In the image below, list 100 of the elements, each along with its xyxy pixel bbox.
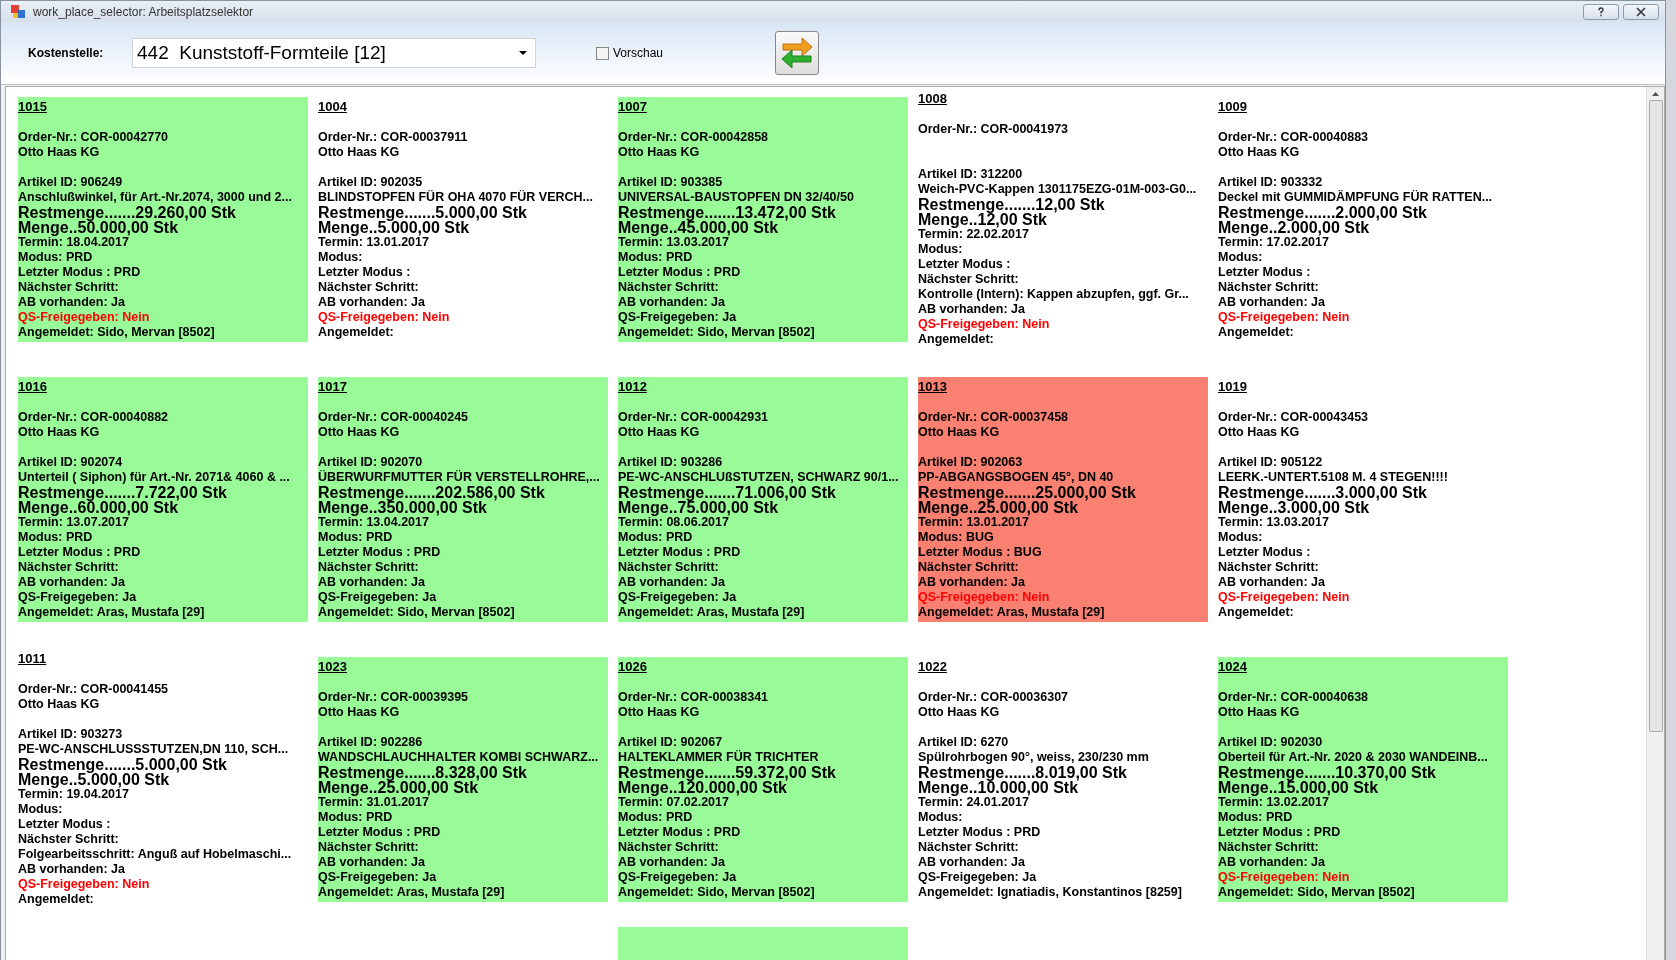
article-id: Artikel ID: 902035 [318, 174, 424, 190]
qs-release-status: QS-Freigegeben: Nein [918, 317, 1051, 332]
qs-release-status: QS-Freigegeben: Ja [318, 589, 438, 605]
next-step-text: Nächster Schritt: [318, 839, 420, 855]
remaining-quantity: Restmenge.......12,00 Stk [918, 197, 1106, 212]
remaining-quantity: Restmenge.......5.000,00 Stk [318, 204, 528, 220]
article-description: Deckel mit GUMMIDÄMPFUNG FÜR RATTEN... [1218, 189, 1494, 205]
scrollbar-thumb[interactable] [1648, 100, 1663, 732]
work-order-card[interactable] [318, 656, 608, 902]
article-description: PE-WC-ANSCHLUSSSTUTZEN,DN 110, SCH... [18, 742, 290, 757]
close-button[interactable] [1623, 3, 1659, 20]
help-button[interactable] [1583, 3, 1619, 20]
confirmation-text: AB vorhanden: Ja [1218, 574, 1326, 590]
work-order-card[interactable] [318, 376, 608, 622]
remaining-quantity: Restmenge.......2.000,00 Stk [1218, 204, 1428, 220]
article-id: Artikel ID: 902286 [318, 734, 424, 750]
last-mode-text: Letzter Modus : PRD [618, 544, 742, 560]
confirmation-text: AB vorhanden: Ja [318, 854, 426, 870]
scroll-up-icon [1652, 92, 1659, 96]
registered-worker: Angemeldet: Aras, Mustafa [29] [918, 604, 1106, 620]
due-date: Termin: 22.02.2017 [918, 227, 1030, 242]
next-step-text: Nächster Schritt: [318, 559, 420, 575]
registered-worker: Angemeldet: Aras, Mustafa [29] [618, 604, 806, 620]
card-number: 1024 [1218, 658, 1248, 675]
qs-release-status: QS-Freigegeben: Ja [18, 589, 138, 605]
remaining-quantity: Restmenge.......13.472,00 Stk [618, 204, 837, 220]
next-step-text: Nächster Schritt: [918, 559, 1020, 575]
next-step-text: Nächster Schritt: [18, 832, 120, 847]
work-order-card[interactable] [618, 96, 908, 342]
article-id: Artikel ID: 905122 [1218, 454, 1324, 470]
confirmation-text: AB vorhanden: Ja [18, 294, 126, 310]
next-step-text: Nächster Schritt: [18, 559, 120, 575]
mode-text: Modus: PRD [18, 529, 94, 545]
mode-text: Modus: PRD [318, 809, 394, 825]
last-mode-text: Letzter Modus : PRD [18, 264, 142, 280]
qs-release-status: QS-Freigegeben: Nein [918, 589, 1051, 605]
customer-name: Otto Haas KG [1218, 704, 1301, 720]
follow-up-step-text: Kontrolle (Intern): Kappen abzupfen, ggf. Gr... [918, 287, 1190, 302]
qs-release-status: QS-Freigegeben: Ja [618, 869, 738, 885]
mode-text: Modus: PRD [18, 249, 94, 265]
preview-checkbox[interactable] [596, 46, 609, 60]
article-description: Oberteil für Art.-Nr. 2020 & 2030 WANDEINB... [1218, 749, 1489, 765]
card-number: 1026 [618, 658, 648, 675]
article-description: PE-WC-ANSCHLUßSTUTZEN, SCHWARZ 90/1... [618, 469, 900, 485]
confirmation-text: AB vorhanden: Ja [618, 854, 726, 870]
order-quantity: Menge..5.000,00 Stk [18, 772, 170, 787]
qs-release-status: QS-Freigegeben: Ja [618, 309, 738, 325]
qs-release-status: QS-Freigegeben: Nein [18, 877, 151, 892]
confirmation-text: AB vorhanden: Ja [618, 294, 726, 310]
work-order-card[interactable] [618, 376, 908, 622]
qs-release-status: QS-Freigegeben: Nein [318, 309, 451, 325]
registered-worker: Angemeldet: [18, 892, 95, 907]
last-mode-text: Letzter Modus : PRD [18, 544, 142, 560]
work-order-card[interactable] [18, 96, 308, 342]
mode-text: Modus: [18, 802, 64, 817]
work-order-card[interactable] [18, 376, 308, 622]
order-number: Order-Nr.: COR-00042931 [618, 409, 770, 425]
mode-text: Modus: PRD [618, 249, 694, 265]
remaining-quantity: Restmenge.......7.722,00 Stk [18, 484, 228, 500]
last-mode-text: Letzter Modus : PRD [1218, 824, 1342, 840]
mode-text: Modus: PRD [318, 529, 394, 545]
customer-name: Otto Haas KG [618, 704, 701, 720]
order-number: Order-Nr.: COR-00042770 [18, 129, 170, 145]
last-mode-text: Letzter Modus : [918, 257, 1012, 272]
article-id: Artikel ID: 902067 [618, 734, 724, 750]
customer-name: Otto Haas KG [1218, 424, 1301, 440]
work-order-card[interactable] [918, 376, 1208, 622]
next-step-text: Nächster Schritt: [618, 839, 720, 855]
order-number: Order-Nr.: COR-00036307 [918, 689, 1070, 705]
registered-worker: Angemeldet: Ignatiadis, Konstantinos [8259] [918, 884, 1183, 900]
article-description: HALTEKLAMMER FÜR TRICHTER [618, 749, 820, 765]
card-number: 1009 [1218, 98, 1248, 115]
mode-text: Modus: PRD [618, 529, 694, 545]
customer-name: Otto Haas KG [918, 424, 1001, 440]
qs-release-status: QS-Freigegeben: Ja [318, 869, 438, 885]
preview-label: Vorschau [613, 46, 664, 60]
work-order-card[interactable] [618, 656, 908, 902]
follow-up-step-text: Folgearbeitsschritt: Anguß auf Hobelmaschi... [18, 847, 293, 862]
card-number: 1023 [318, 658, 348, 675]
article-description: Anschlußwinkel, für Art.-Nr.2074, 3000 und 2... [18, 189, 293, 205]
refresh-button[interactable] [775, 31, 820, 75]
qs-release-status: QS-Freigegeben: Ja [918, 869, 1038, 885]
mode-text: Modus: [1218, 529, 1264, 545]
app-icon [11, 4, 25, 19]
confirmation-text: AB vorhanden: Ja [1218, 854, 1326, 870]
qs-release-status: QS-Freigegeben: Nein [18, 309, 151, 325]
registered-worker: Angemeldet: [1218, 604, 1295, 620]
cost-center-dropdown[interactable]: 442 Kunststoff-Formteile [12] [132, 38, 536, 68]
work-order-card[interactable] [1218, 656, 1508, 902]
customer-name: Otto Haas KG [18, 144, 101, 160]
card-number: 1017 [318, 378, 348, 395]
mode-text: Modus: [318, 249, 364, 265]
article-description: ÜBERWURFMUTTER FÜR VERSTELLROHRE,... [318, 469, 601, 485]
last-mode-text: Letzter Modus : PRD [618, 824, 742, 840]
order-number: Order-Nr.: COR-00040882 [18, 409, 170, 425]
order-number: Order-Nr.: COR-00040245 [318, 409, 470, 425]
order-number: Order-Nr.: COR-00041973 [918, 122, 1070, 137]
qs-release-status: QS-Freigegeben: Nein [1218, 869, 1351, 885]
vertical-scrollbar[interactable] [1646, 87, 1664, 960]
customer-name: Otto Haas KG [1218, 144, 1301, 160]
